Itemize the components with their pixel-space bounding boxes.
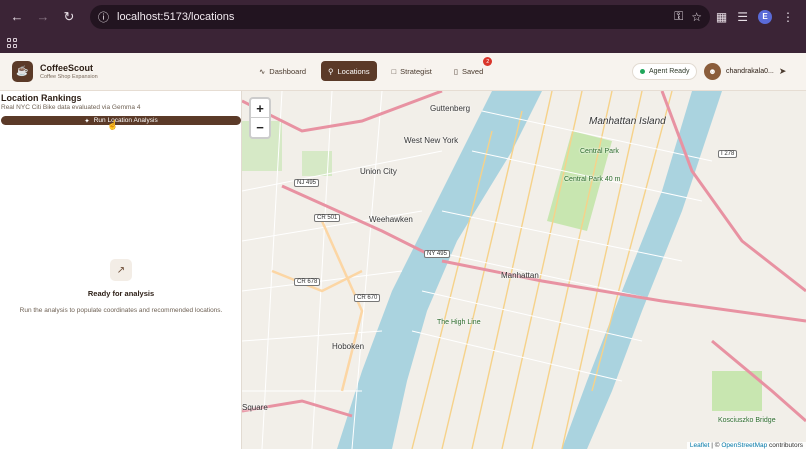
- bookmark-icon: ▯: [453, 66, 458, 76]
- nav-saved[interactable]: ▯ Saved 2: [447, 57, 493, 81]
- attribution-tail: contributors: [767, 442, 803, 449]
- location-rankings-panel: Location Rankings Real NYC Citi Bike dat…: [0, 91, 242, 449]
- user-avatar-icon: ☻: [704, 63, 721, 80]
- map-view[interactable]: + − Guttenberg West New York Union City …: [242, 91, 806, 449]
- saved-count-badge: 2: [483, 57, 493, 66]
- map-label-kosciuszko: Kosciuszko Bridge: [718, 417, 776, 424]
- trending-up-icon: ↗: [110, 259, 132, 281]
- map-label-central-park-40: Central Park 40 m: [564, 176, 621, 183]
- logout-icon[interactable]: ➤: [779, 66, 787, 77]
- map-label-union-city: Union City: [360, 167, 397, 176]
- status-dot-icon: [640, 69, 645, 74]
- back-icon[interactable]: ←: [6, 6, 28, 28]
- empty-state-title: Ready for analysis: [87, 289, 155, 298]
- empty-state-text: Run the analysis to populate coordinates…: [19, 307, 223, 314]
- activity-icon: ∿: [259, 66, 266, 76]
- profile-icon[interactable]: E: [758, 9, 772, 24]
- attribution-sep: | ©: [709, 442, 722, 449]
- zoom-in-button[interactable]: +: [251, 99, 269, 118]
- nav-strategist[interactable]: □ Strategist: [385, 61, 439, 81]
- menu-icon[interactable]: ⋮: [782, 10, 794, 24]
- road-shield: CR 670: [354, 294, 381, 302]
- empty-state: ↗ Ready for analysis Run the analysis to…: [0, 259, 242, 314]
- nav-locations[interactable]: ⚲ Locations: [321, 61, 377, 81]
- run-analysis-label: Run Location Analysis: [93, 117, 158, 124]
- bookmarks-bar: [0, 33, 806, 53]
- map-label-guttenberg: Guttenberg: [430, 104, 471, 113]
- map-label-central-park: Central Park: [580, 148, 619, 155]
- road-shield: NJ 495: [294, 179, 320, 187]
- road-shield: I 278: [718, 150, 738, 158]
- nav-saved-label: Saved: [461, 66, 484, 76]
- brand[interactable]: ☕ CoffeeScout Coffee Shop Expansion: [0, 61, 250, 82]
- map-label-hoboken: Hoboken: [332, 342, 365, 351]
- map-label-west-new-york: West New York: [404, 136, 459, 145]
- map-label-square: Square: [242, 403, 268, 412]
- apps-icon[interactable]: [7, 38, 17, 48]
- hand-cursor-icon: ☝: [107, 120, 119, 130]
- nav-locations-label: Locations: [337, 66, 370, 76]
- leaflet-link[interactable]: Leaflet: [690, 442, 710, 449]
- star-icon[interactable]: ☆: [691, 10, 702, 24]
- panel-title: Location Rankings: [1, 93, 82, 103]
- agent-status-text: Agent Ready: [649, 68, 690, 75]
- road-shield: CR 501: [314, 214, 341, 222]
- map-attribution: Leaflet | © OpenStreetMap contributors: [686, 442, 806, 449]
- zoom-control: + −: [249, 97, 271, 139]
- user-name: chandrakala0...: [726, 68, 774, 75]
- app-header: ☕ CoffeeScout Coffee Shop Expansion ∿ Da…: [0, 53, 806, 91]
- osm-link[interactable]: OpenStreetMap: [721, 442, 767, 449]
- chat-icon: □: [391, 66, 397, 76]
- map-label-high-line: The High Line: [437, 319, 481, 326]
- nav-dashboard-label: Dashboard: [269, 66, 306, 76]
- app-name: CoffeeScout: [40, 62, 94, 73]
- map-label-manhattan: Manhattan: [501, 271, 539, 280]
- browser-toolbar: ← → ↻ ⓘ localhost:5173/locations ⚿ ☆ ▦ ☰…: [0, 0, 806, 33]
- map-pin-icon: ⚲: [328, 66, 334, 76]
- agent-status-badge: Agent Ready: [632, 63, 698, 80]
- user-menu[interactable]: ☻ chandrakala0... ➤: [704, 63, 786, 80]
- sparkle-icon: ✦: [84, 117, 90, 125]
- panel-subtitle: Real NYC Citi Bike data evaluated via Ge…: [1, 104, 141, 111]
- url-text: localhost:5173/locations: [117, 10, 235, 23]
- media-icon[interactable]: ☰: [737, 10, 748, 24]
- coffee-cup-icon: ☕: [12, 61, 33, 82]
- extensions-icon[interactable]: ▦: [716, 10, 727, 24]
- run-analysis-button[interactable]: ✦ Run Location Analysis: [1, 116, 241, 125]
- key-icon[interactable]: ⚿: [674, 9, 683, 24]
- reload-icon[interactable]: ↻: [58, 6, 80, 28]
- nav-dashboard[interactable]: ∿ Dashboard: [252, 61, 313, 81]
- app-subtitle: Coffee Shop Expansion: [40, 73, 98, 80]
- road-shield: CR 678: [294, 278, 321, 286]
- site-info-icon[interactable]: ⓘ: [98, 9, 109, 25]
- main-nav: ∿ Dashboard ⚲ Locations □ Strategist ▯ S…: [252, 57, 493, 81]
- address-bar[interactable]: ⓘ localhost:5173/locations ⚿ ☆: [90, 4, 710, 29]
- zoom-out-button[interactable]: −: [251, 118, 269, 137]
- road-shield: NY 495: [424, 250, 450, 258]
- browser-chrome: ← → ↻ ⓘ localhost:5173/locations ⚿ ☆ ▦ ☰…: [0, 0, 806, 53]
- nav-strategist-label: Strategist: [400, 66, 432, 76]
- forward-icon[interactable]: →: [32, 6, 54, 28]
- map-label-manhattan-island: Manhattan Island: [589, 116, 666, 127]
- map-tiles: [242, 91, 806, 449]
- map-label-weehawken: Weehawken: [369, 215, 413, 224]
